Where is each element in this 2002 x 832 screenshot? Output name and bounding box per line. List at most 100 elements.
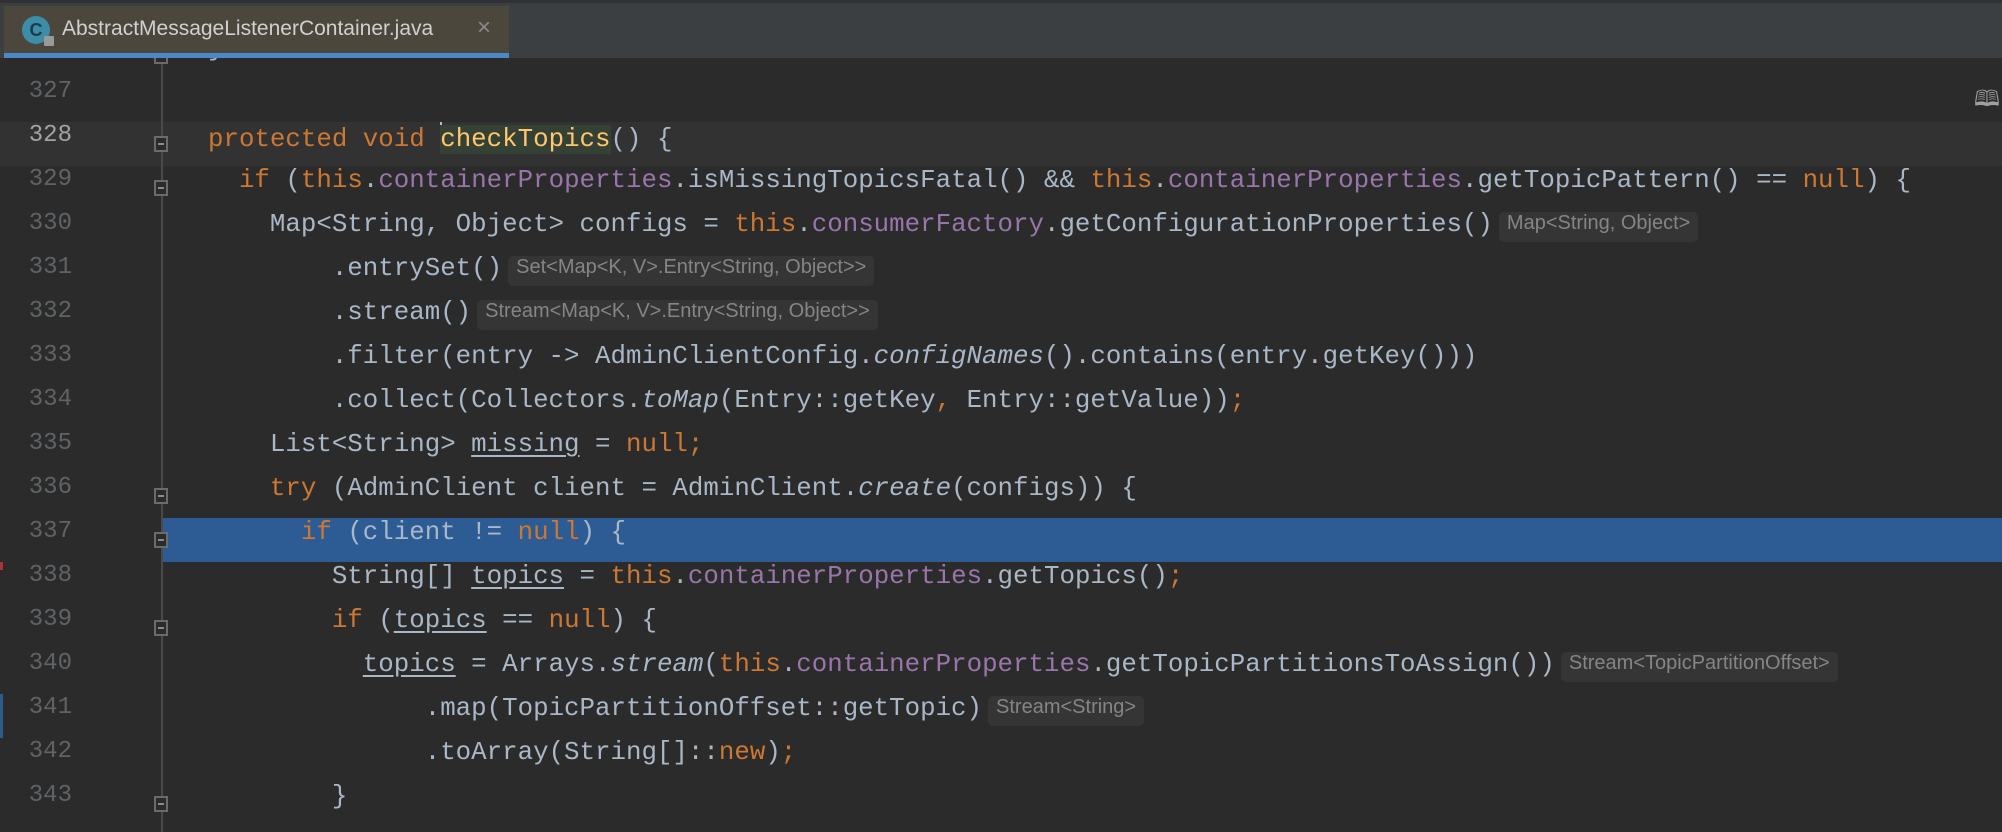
code-line[interactable]: 331 .entrySet() Set<Map<K, V>.Entry<String… [0,254,2002,298]
line-number[interactable]: 330 [0,210,72,237]
line-number[interactable]: 343 [0,782,72,809]
code-area: .filter(entry -> AdminClientConfig.confi… [163,342,2002,386]
code-lines: 326}327328protected void checkTopics() {… [0,58,2002,826]
code-line[interactable]: 335 List<String> missing = null; [0,430,2002,474]
code-token: (AdminClient client = AdminClient. [331,474,859,503]
code-token: stream [610,650,704,679]
editor-tab-active[interactable]: C AbstractMessageListenerContainer.java … [4,6,509,58]
line-number[interactable]: 334 [0,386,72,413]
code-token: .getTopics() [982,562,1168,591]
fold-toggle-icon[interactable] [154,532,168,548]
code-token: ().contains(entry.getKey())) [1043,342,1478,371]
type-inlay-hint[interactable]: Map<String, Object> [1498,212,1699,242]
code-token: missing [471,430,580,459]
code-token: == [486,606,549,635]
code-editor[interactable]: 🕮 326}327328protected void checkTopics()… [0,58,2002,832]
code-token: (Entry::getKey [718,386,936,415]
code-area: Map<String, Object> configs = this.consu… [163,210,2002,254]
line-number[interactable]: 335 [0,430,72,457]
code-text: Map<String, Object> configs = this.consu… [269,210,1699,242]
code-token: ; [1167,562,1184,591]
line-number[interactable]: 332 [0,298,72,325]
line-number[interactable]: 336 [0,474,72,501]
vcs-change-marker[interactable] [0,562,3,570]
fold-toggle-icon[interactable] [154,180,168,196]
code-token: . [1152,166,1168,195]
line-number[interactable]: 339 [0,606,72,633]
line-number[interactable]: 338 [0,562,72,589]
book-icon[interactable]: 🕮 [1974,82,2000,120]
code-line[interactable]: 338 String[] topics = this.containerPrope… [0,562,2002,606]
code-token: this [718,650,781,679]
code-line[interactable]: 326} [0,58,2002,78]
code-line[interactable]: 329 if (this.containerProperties.isMissin… [0,166,2002,210]
code-line[interactable]: 336 try (AdminClient client = AdminClient… [0,474,2002,518]
line-number[interactable]: 342 [0,738,72,765]
code-text: topics = Arrays.stream(this.containerPro… [363,650,1838,682]
fold-toggle-icon[interactable] [154,136,168,152]
line-number[interactable]: 327 [0,78,72,105]
code-token: .collect(Collectors. [331,386,642,415]
code-token: , [935,386,967,415]
line-number[interactable]: 326 [0,58,72,61]
fold-toggle-icon[interactable] [154,796,168,812]
type-inlay-hint[interactable]: Stream<TopicPartitionOffset> [1560,652,1838,682]
line-number[interactable]: 331 [0,254,72,281]
line-number[interactable]: 328 [0,122,72,149]
code-line[interactable]: 330 Map<String, Object> configs = this.co… [0,210,2002,254]
code-token: () { [610,125,673,154]
code-line[interactable]: 341 .map(TopicPartitionOffset::getTopic) S… [0,694,2002,738]
code-token: .getTopicPartitionsToAssign()) [1090,650,1555,679]
code-area: .collect(Collectors.toMap(Entry::getKey,… [163,386,2002,430]
code-line[interactable]: 340 topics = Arrays.stream(this.container… [0,650,2002,694]
type-inlay-hint[interactable]: Stream<Map<K, V>.Entry<String, Object>> [477,300,878,330]
code-line[interactable]: 342 .toArray(String[]::new); [0,738,2002,782]
code-token: .stream() [331,298,472,327]
code-line[interactable]: 333 .filter(entry -> AdminClientConfig.co… [0,342,2002,386]
code-token: containerProperties [796,650,1091,679]
code-line[interactable]: 339 if (topics == null) { [0,606,2002,650]
line-number[interactable]: 341 [0,694,72,721]
line-number[interactable]: 329 [0,166,72,193]
code-text: protected void checkTopics() { [208,122,672,154]
vcs-change-marker[interactable] [0,694,3,738]
code-token: topics [471,562,565,591]
code-token: consumerFactory [811,210,1044,239]
code-area: protected void checkTopics() { [163,122,2002,166]
type-inlay-hint[interactable]: Set<Map<K, V>.Entry<String, Object>> [508,256,875,286]
code-line[interactable]: 343} [0,782,2002,826]
type-inlay-hint[interactable]: Stream<String> [988,696,1145,726]
close-icon[interactable]: × [477,14,491,42]
fold-toggle-icon[interactable] [154,620,168,636]
code-token: protected void [208,125,441,154]
code-token: if [300,518,348,547]
line-number[interactable]: 333 [0,342,72,369]
code-line[interactable]: 334 .collect(Collectors.toMap(Entry::getK… [0,386,2002,430]
line-number[interactable]: 337 [0,518,72,545]
code-token: .isMissingTopicsFatal() && [672,166,1091,195]
code-text: } [208,58,223,63]
code-area: List<String> missing = null; [163,430,2002,474]
code-token: ) { [579,518,627,547]
code-token: Map<String, Object> configs = [269,210,735,239]
fold-toggle-icon[interactable] [154,58,168,64]
code-token: this [734,210,797,239]
code-token: null [548,606,611,635]
code-token: } [331,782,348,811]
code-text: } [332,782,347,811]
lock-icon [44,36,54,46]
code-token: create [858,474,952,503]
code-token: = [564,562,611,591]
fold-toggle-icon[interactable] [154,488,168,504]
line-number[interactable]: 340 [0,650,72,677]
code-line[interactable]: 328 protected void checkTopics() { [0,122,2002,166]
code-token: (client != [347,518,518,547]
code-token: ) [765,738,781,767]
code-token: .filter(entry -> AdminClientConfig. [331,342,874,371]
code-text: if (client != null) { [301,518,626,547]
code-line[interactable]: 337 if (client != null) { [0,518,2002,562]
code-line[interactable]: 327 [0,78,2002,122]
code-token: this [610,562,673,591]
code-token: new [718,738,766,767]
code-line[interactable]: 332 .stream() Stream<Map<K, V>.Entry<Strin… [0,298,2002,342]
